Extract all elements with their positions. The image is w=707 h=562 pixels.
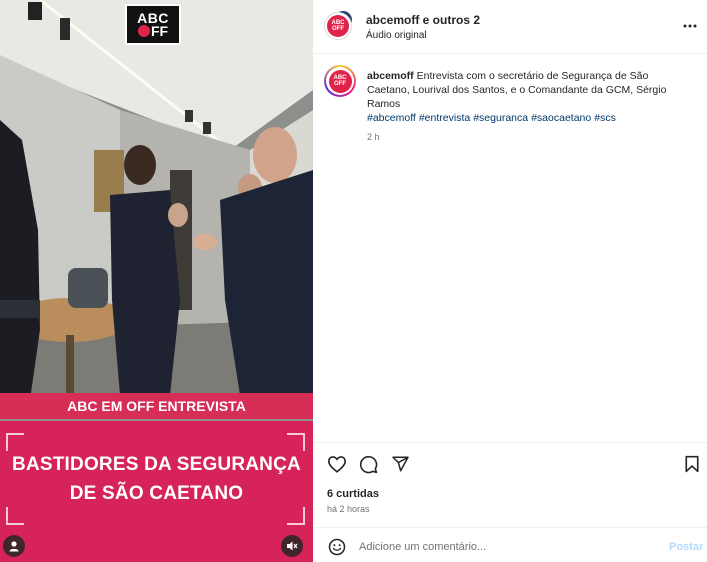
emoji-button[interactable] xyxy=(327,537,347,557)
caption-author-avatar[interactable]: ABC OFF xyxy=(324,65,356,97)
heart-icon xyxy=(327,456,347,473)
comment-icon xyxy=(359,455,377,473)
abc-em-off-avatar-icon: ABC OFF xyxy=(327,15,349,37)
author-username[interactable]: abcemoff e outros 2 xyxy=(366,13,480,27)
emoji-icon xyxy=(328,538,346,556)
logo-text-bottom: FF xyxy=(137,22,169,39)
user-icon xyxy=(9,541,19,552)
post-actions: 6 curtidas há 2 horas xyxy=(313,442,707,527)
avatar-ring: ABC OFF xyxy=(326,67,354,95)
comment-button[interactable] xyxy=(357,453,379,475)
post-details-panel: ABC OFF abcemoff e outros 2 Áudio origina… xyxy=(313,0,707,562)
frame-corner xyxy=(287,433,305,451)
share-button[interactable] xyxy=(389,453,411,475)
mute-toggle-button[interactable] xyxy=(281,535,303,557)
frame-corner xyxy=(287,507,305,525)
post-media[interactable]: ABC FF ABC EM OFF ENTREVISTA BASTIDORES … xyxy=(0,0,313,562)
more-options-button[interactable] xyxy=(680,16,700,36)
banner-title-line1: BASTIDORES DA SEGURANÇA xyxy=(12,454,301,475)
post-timestamp[interactable]: há 2 horas xyxy=(327,504,370,514)
post-caption: abcemoff Entrevista com o secretário de … xyxy=(367,69,667,111)
post-header: ABC OFF abcemoff e outros 2 Áudio origina… xyxy=(313,0,707,54)
original-audio-link[interactable]: Áudio original xyxy=(366,30,427,41)
caption-username[interactable]: abcemoff xyxy=(367,70,414,82)
caption-age: 2 h xyxy=(367,132,380,142)
comment-input[interactable] xyxy=(359,537,659,557)
banner-frame xyxy=(6,433,305,525)
hashtag-link[interactable]: #seguranca xyxy=(473,112,528,124)
logo-o-circle xyxy=(137,25,150,37)
like-count[interactable]: 6 curtidas xyxy=(327,488,379,500)
abc-em-off-logo: ABC FF xyxy=(125,4,181,45)
send-icon xyxy=(391,456,409,472)
more-horizontal-icon xyxy=(683,24,697,28)
hashtag-link[interactable]: #saocaetano xyxy=(531,112,591,124)
author-avatar[interactable]: ABC OFF xyxy=(324,12,352,40)
hashtag-list: #abcemoff #entrevista #seguranca #saocaetan… xyxy=(367,112,619,124)
frame-corner xyxy=(6,507,24,525)
tagged-users-button[interactable] xyxy=(3,535,25,557)
logo-text-ff: FF xyxy=(150,22,169,39)
video-banner: BASTIDORES DA SEGURANÇA DE SÃO CAETANO xyxy=(0,421,313,562)
like-button[interactable] xyxy=(326,453,348,475)
hashtag-link[interactable]: #abcemoff xyxy=(367,112,416,124)
hashtag-link[interactable]: #entrevista xyxy=(419,112,470,124)
banner-title-line2: DE SÃO CAETANO xyxy=(69,483,244,504)
save-button[interactable] xyxy=(681,453,703,475)
interview-strip: ABC EM OFF ENTREVISTA xyxy=(0,393,313,419)
frame-corner xyxy=(6,433,24,451)
comment-composer: Postar xyxy=(313,527,707,562)
hashtag-link[interactable]: #scs xyxy=(594,112,616,124)
post-comment-button[interactable]: Postar xyxy=(669,541,703,553)
bookmark-icon xyxy=(685,455,699,473)
abc-em-off-avatar-icon: ABC OFF xyxy=(328,69,352,93)
muted-speaker-icon xyxy=(287,541,298,551)
